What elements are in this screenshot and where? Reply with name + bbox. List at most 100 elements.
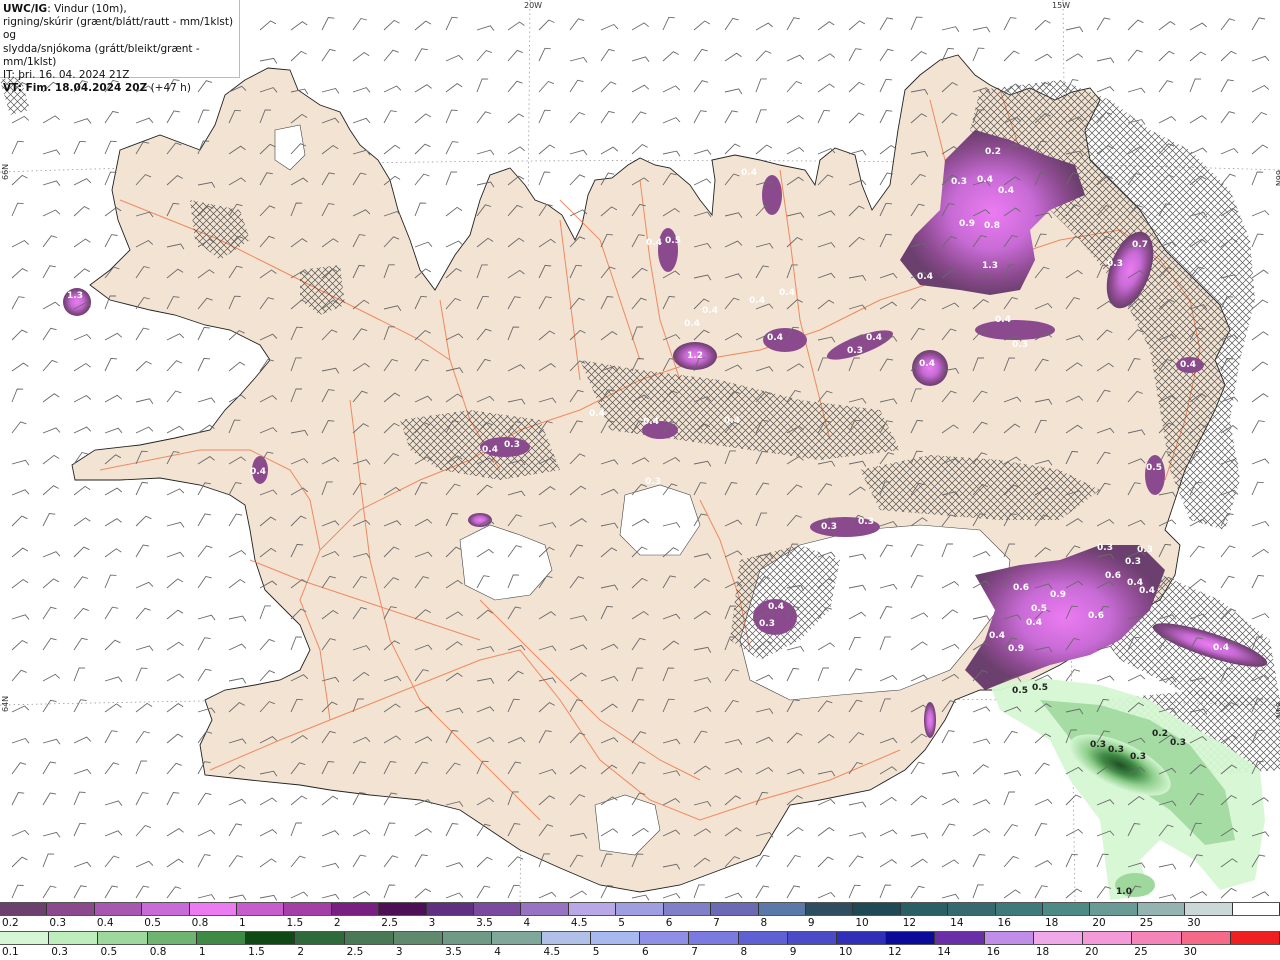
legend-swatch [49,932,99,944]
legend-snow-colorbar [0,902,1280,916]
legend-label: 8 [740,946,748,958]
precip-value-label: 0.9 [1050,590,1066,600]
precip-value-label: 0.8 [984,221,1000,231]
legend-label: 2 [297,946,305,958]
legend-label: 16 [997,917,1011,929]
title-line-2: rigning/skúrir (grænt/blátt/rautt - mm/1… [3,16,234,42]
legend-swatch [935,932,985,944]
precip-value-label: 0.5 [665,236,681,246]
precip-value-label: 0.4 [741,168,757,178]
legend-swatch [711,903,759,915]
legend-swatch [0,932,50,944]
legend-label: 2 [333,917,341,929]
weather-map: 0.20.3 0.40.40.9 0.81.30.40.70.30.40.30.40… [0,0,1280,902]
legend-label: 2.5 [346,946,364,958]
legend-swatch [147,932,197,944]
model-name: UWC/IG [3,3,48,15]
legend-label: 2.5 [381,917,398,929]
legend-swatch [995,903,1043,915]
legend-swatch [1185,903,1233,915]
legend-label: 0.5 [144,917,161,929]
precip-value-label: 0.4 [684,319,700,329]
valid-time-bold: VT: Fim. 18.04.2024 20Z [3,82,148,95]
precip-value-label: 0.4 [917,272,933,282]
legend-label: 4 [494,946,501,958]
legend-label: 18 [1044,917,1059,929]
legend-swatch [1083,932,1133,944]
precip-value-label: 0.3 [504,440,520,450]
legend-label: 3 [395,946,403,958]
legend-swatch [1042,903,1091,915]
legend-label: 5 [618,917,625,929]
legend-swatch [246,932,296,944]
precip-value-label: 0.9 [959,219,975,229]
precip-value-label: 0.4 [1180,360,1196,370]
precip-value-label: 0.5 [1146,463,1162,473]
legend-swatch [948,903,996,915]
title-line-1: UWC/IG: Vindur (10m), [3,3,236,16]
legend-rain-colorbar [0,931,1280,945]
legend-label: 18 [1035,946,1050,958]
precip-value-label: 0.5 [1031,604,1047,614]
lon-label-20w: 20W [524,1,542,10]
precip-value-label: 0.4 [989,631,1005,641]
legend-swatch [1132,932,1182,944]
precip-value-label: 0.5 [1012,686,1028,696]
lon-label-15w: 15W [1052,1,1070,10]
precip-value-label: 0.3 [1097,543,1113,553]
legend-snow-labels: 0.2 0.3 0.4 0.5 0.8 1 1.5 2 2.5 3 3.5 4 4.5 5 6 7 8 9 10 12… [0,917,1280,931]
legend-label: 25 [1134,946,1148,958]
legend-label: 30 [1183,946,1197,958]
legend-label: 20 [1085,946,1099,958]
map-title-box: UWC/IG: Vindur (10m), rigning/skúrir (gr… [0,0,240,94]
legend-swatch [196,932,247,944]
legend-label: 25 [1139,917,1154,929]
legend-label: 3.5 [476,917,493,929]
legend-label: 0.3 [49,917,67,929]
init-time: IT: þri. 16. 04. 2024 21Z [3,69,130,82]
legend-swatch [393,932,444,944]
lat-label-64n-left: 64N [1,696,10,712]
legend-label: 8 [760,917,768,929]
legend-label: 9 [807,917,815,929]
precip-value-label: 0.6 [1105,571,1121,581]
precip-value-label: 0.3 [1137,545,1153,555]
legend-swatch [900,903,949,915]
legend-swatch [689,932,739,944]
legend-label: 0.4 [96,917,114,929]
precip-value-label: 0.4 [1026,618,1042,628]
precip-value-label: 0.3 [951,177,967,187]
precip-value-label: 0.3 [1090,740,1106,750]
precip-value-label: 0.4 [779,288,795,298]
precip-value-label: 0.4 [646,238,662,248]
precip-value-label: 0.4 [995,315,1011,325]
precip-value-label: 0.6 [1088,611,1104,621]
legend-swatch [640,932,690,944]
precip-value-label: 0.9 [1008,644,1024,654]
legend-label: 4 [523,917,531,929]
legend-swatch [474,903,522,915]
legend-swatch [237,903,285,915]
legend-label: 3 [428,917,436,929]
legend-rain-labels: 0.1 0.3 0.5 0.8 1 1.5 2 2.5 3 3.5 4 4.5 5 6 7 8 9 10 12 14 1… [0,946,1280,960]
legend-swatch [886,932,936,944]
legend-swatch [521,903,569,915]
legend-swatch [1181,932,1231,944]
precip-value-label: 0.4 [589,409,605,419]
legend-label: 20 [1092,917,1106,929]
legend-label: 6 [642,946,649,958]
precip-value-label: 0.3 [1130,752,1146,762]
precip-value-label: 0.4 [724,416,740,426]
precip-value-label: 0.3 [1107,259,1123,269]
legend-swatch [0,903,48,915]
legend-swatch [541,932,591,944]
precip-value-label: 0.4 [919,359,935,369]
precip-value-label: 0.5 [1032,683,1048,693]
lat-label-66n-left: 66N [1,164,10,180]
precip-value-label: 0.3 [759,619,775,629]
legend-label: 0.8 [149,946,167,958]
legend-label: 1.5 [248,946,265,958]
precip-value-label: 0.3 [1108,745,1124,755]
legend-label: 10 [838,946,853,958]
precip-value-label: 0.3 [858,517,874,527]
